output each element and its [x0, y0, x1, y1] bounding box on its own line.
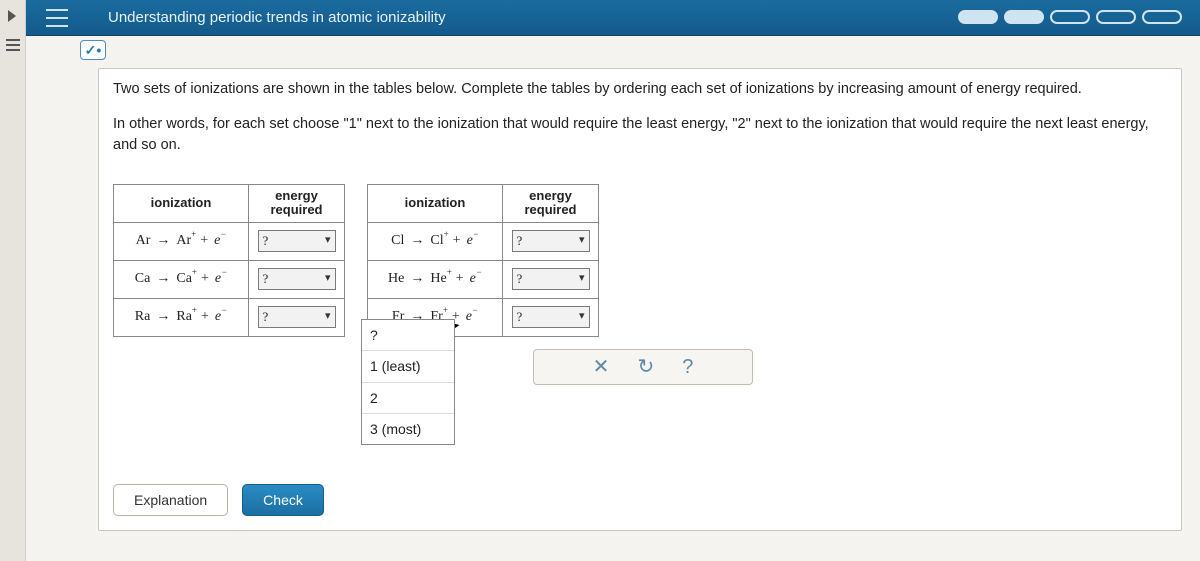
ionization-cell: Ca → Ca+ + e− — [114, 260, 249, 298]
ionization-table-2: ionization energy required Cl → Cl+ + e− — [367, 184, 599, 337]
instruction-p2: In other words, for each set choose "1" … — [113, 114, 1167, 156]
ionization-table-1: ionization energy required Ar → Ar+ + e− — [113, 184, 345, 337]
canvas: ✓• Two sets of ionizations are shown in … — [26, 36, 1200, 531]
check-button[interactable]: Check — [242, 484, 324, 516]
dropdown-option[interactable]: 1 (least) — [362, 351, 454, 382]
table-row: Ra → Ra+ + e− ? ▾ — [114, 298, 345, 336]
table-row: He → He+ + e− ? ▾ — [368, 260, 599, 298]
bottom-buttons: Explanation Check — [113, 484, 324, 516]
arrow-icon: → — [408, 269, 426, 289]
dropdown-option[interactable]: 3 (most) — [362, 414, 454, 444]
explanation-button[interactable]: Explanation — [113, 484, 228, 516]
col-header-ionization: ionization — [114, 185, 249, 223]
dropdown-option[interactable]: ? — [362, 320, 454, 351]
arrow-icon: → — [154, 231, 172, 251]
dropdown-option[interactable]: 2 — [362, 383, 454, 414]
close-icon[interactable]: ✕ — [593, 353, 610, 382]
col-header-ionization: ionization — [368, 185, 503, 223]
chevron-down-icon: ▾ — [325, 309, 335, 325]
progress-pill — [1096, 10, 1136, 24]
progress-pill — [1004, 10, 1044, 24]
undo-icon[interactable]: ↻ — [637, 353, 654, 382]
breadcrumb: O ELECTRONIC STRUCTURE — [122, 0, 297, 2]
arrow-icon: → — [154, 307, 172, 327]
content-wrap: O ELECTRONIC STRUCTURE Understanding per… — [26, 0, 1200, 561]
ionization-cell: He → He+ + e− — [368, 260, 503, 298]
table-row: Ca → Ca+ + e− ? ▾ — [114, 260, 345, 298]
drag-handle-icon — [6, 36, 20, 54]
chevron-down-icon: ▾ — [325, 271, 335, 287]
energy-select[interactable]: ? ▾ — [512, 268, 590, 290]
table-row: Cl → Cl+ + e− ? ▾ — [368, 222, 599, 260]
table-row: Ar → Ar+ + e− ? ▾ — [114, 222, 345, 260]
feedback-bar: ✕ ↻ ? — [533, 349, 753, 385]
chevron-down-icon: ▾ — [579, 271, 589, 287]
progress-indicator — [958, 10, 1182, 24]
energy-select[interactable]: ? ▾ — [258, 268, 336, 290]
chevron-down-icon: ▾ — [325, 233, 335, 249]
instruction-p1: Two sets of ionizations are shown in the… — [113, 79, 1167, 100]
tables-row: ionization energy required Ar → Ar+ + e− — [113, 184, 1167, 337]
chevron-down-icon: ▾ — [579, 233, 589, 249]
left-rail — [0, 0, 26, 561]
energy-dropdown-menu: ? 1 (least) 2 3 (most) — [361, 319, 455, 445]
help-icon[interactable]: ? — [682, 353, 693, 382]
progress-pill — [958, 10, 998, 24]
arrow-icon: → — [408, 231, 426, 251]
ionization-cell: Ar → Ar+ + e− — [114, 222, 249, 260]
status-row: ✓• — [26, 36, 1200, 64]
arrow-icon: → — [154, 269, 172, 289]
energy-select[interactable]: ? ▾ — [512, 230, 590, 252]
ionization-cell: Cl → Cl+ + e− — [368, 222, 503, 260]
energy-select[interactable]: ? ▾ — [512, 306, 590, 328]
lesson-title: Understanding periodic trends in atomic … — [108, 9, 446, 26]
status-ok-icon[interactable]: ✓• — [80, 40, 106, 60]
progress-pill — [1050, 10, 1090, 24]
menu-icon[interactable] — [46, 9, 68, 27]
expand-icon[interactable] — [8, 10, 16, 22]
ionization-cell: Ra → Ra+ + e− — [114, 298, 249, 336]
chevron-down-icon: ▾ — [579, 309, 589, 325]
energy-select[interactable]: ? ▾ — [258, 230, 336, 252]
col-header-energy: energy required — [249, 185, 345, 223]
top-bar: O ELECTRONIC STRUCTURE Understanding per… — [26, 0, 1200, 36]
question-box: Two sets of ionizations are shown in the… — [98, 68, 1182, 531]
col-header-energy: energy required — [503, 185, 599, 223]
energy-select-open[interactable]: ? ▾ — [258, 306, 336, 328]
progress-pill — [1142, 10, 1182, 24]
